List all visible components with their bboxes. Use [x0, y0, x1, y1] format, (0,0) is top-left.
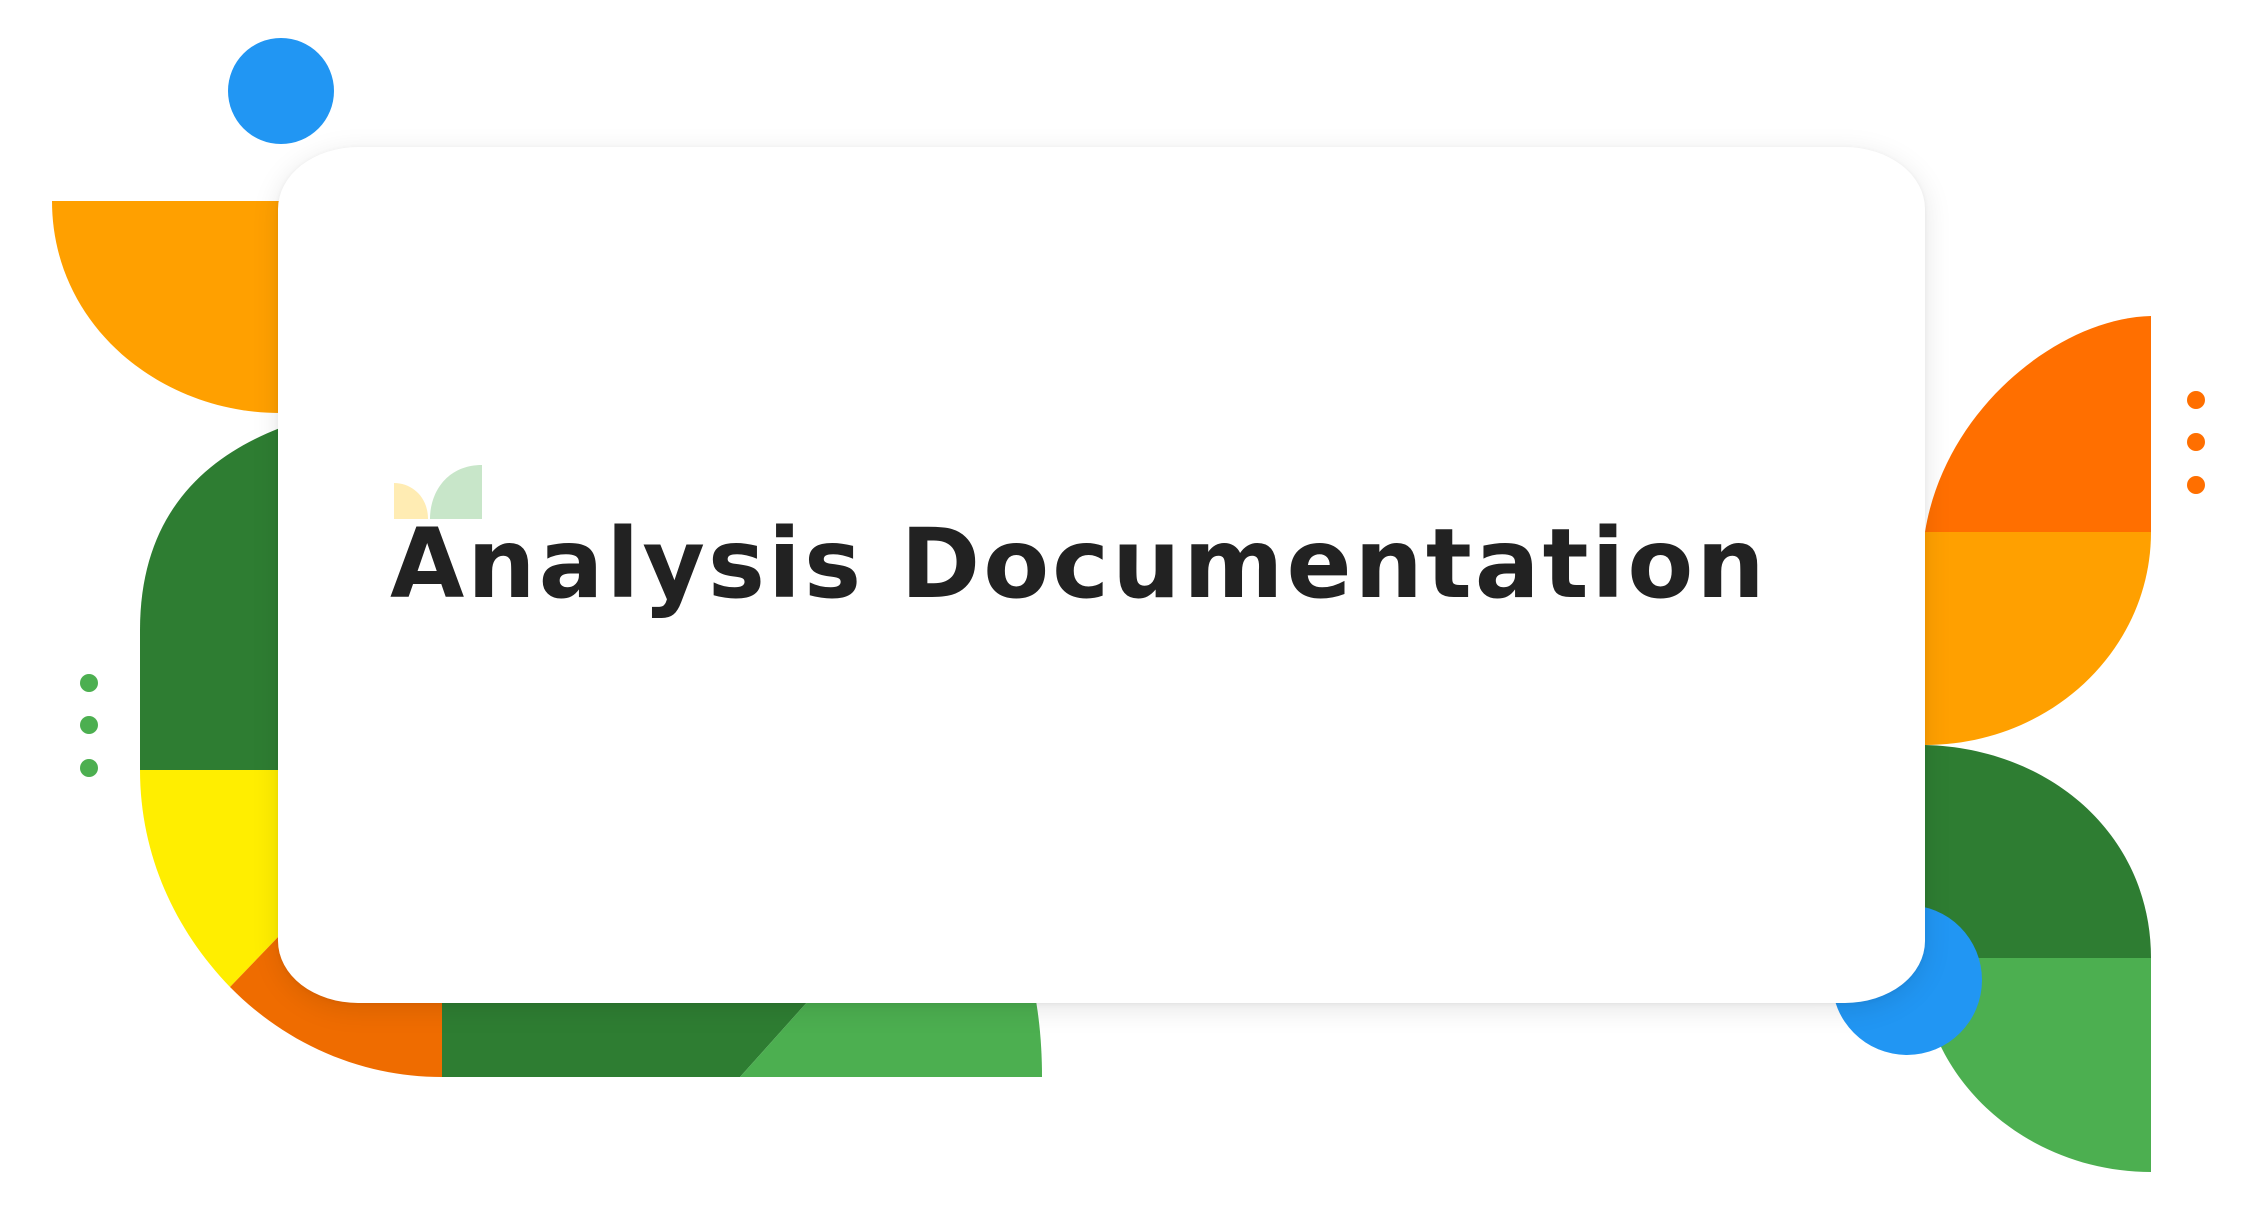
page-title: Analysis Documentation: [390, 508, 1768, 620]
orange-quarter-right: [1925, 532, 2151, 745]
slide: Analysis Documentation: [0, 0, 2244, 1206]
orange-half-disc-left: [52, 201, 280, 413]
yellow-quarter-left: [140, 770, 280, 987]
blue-dot-top-left: [228, 38, 334, 144]
orange-dot-column: [2187, 391, 2205, 494]
green-dot-column: [80, 674, 98, 777]
title-card: Analysis Documentation: [278, 147, 1925, 1003]
dark-orange-quarter-right: [1925, 316, 2151, 532]
dark-green-quarter-left: [140, 428, 280, 770]
